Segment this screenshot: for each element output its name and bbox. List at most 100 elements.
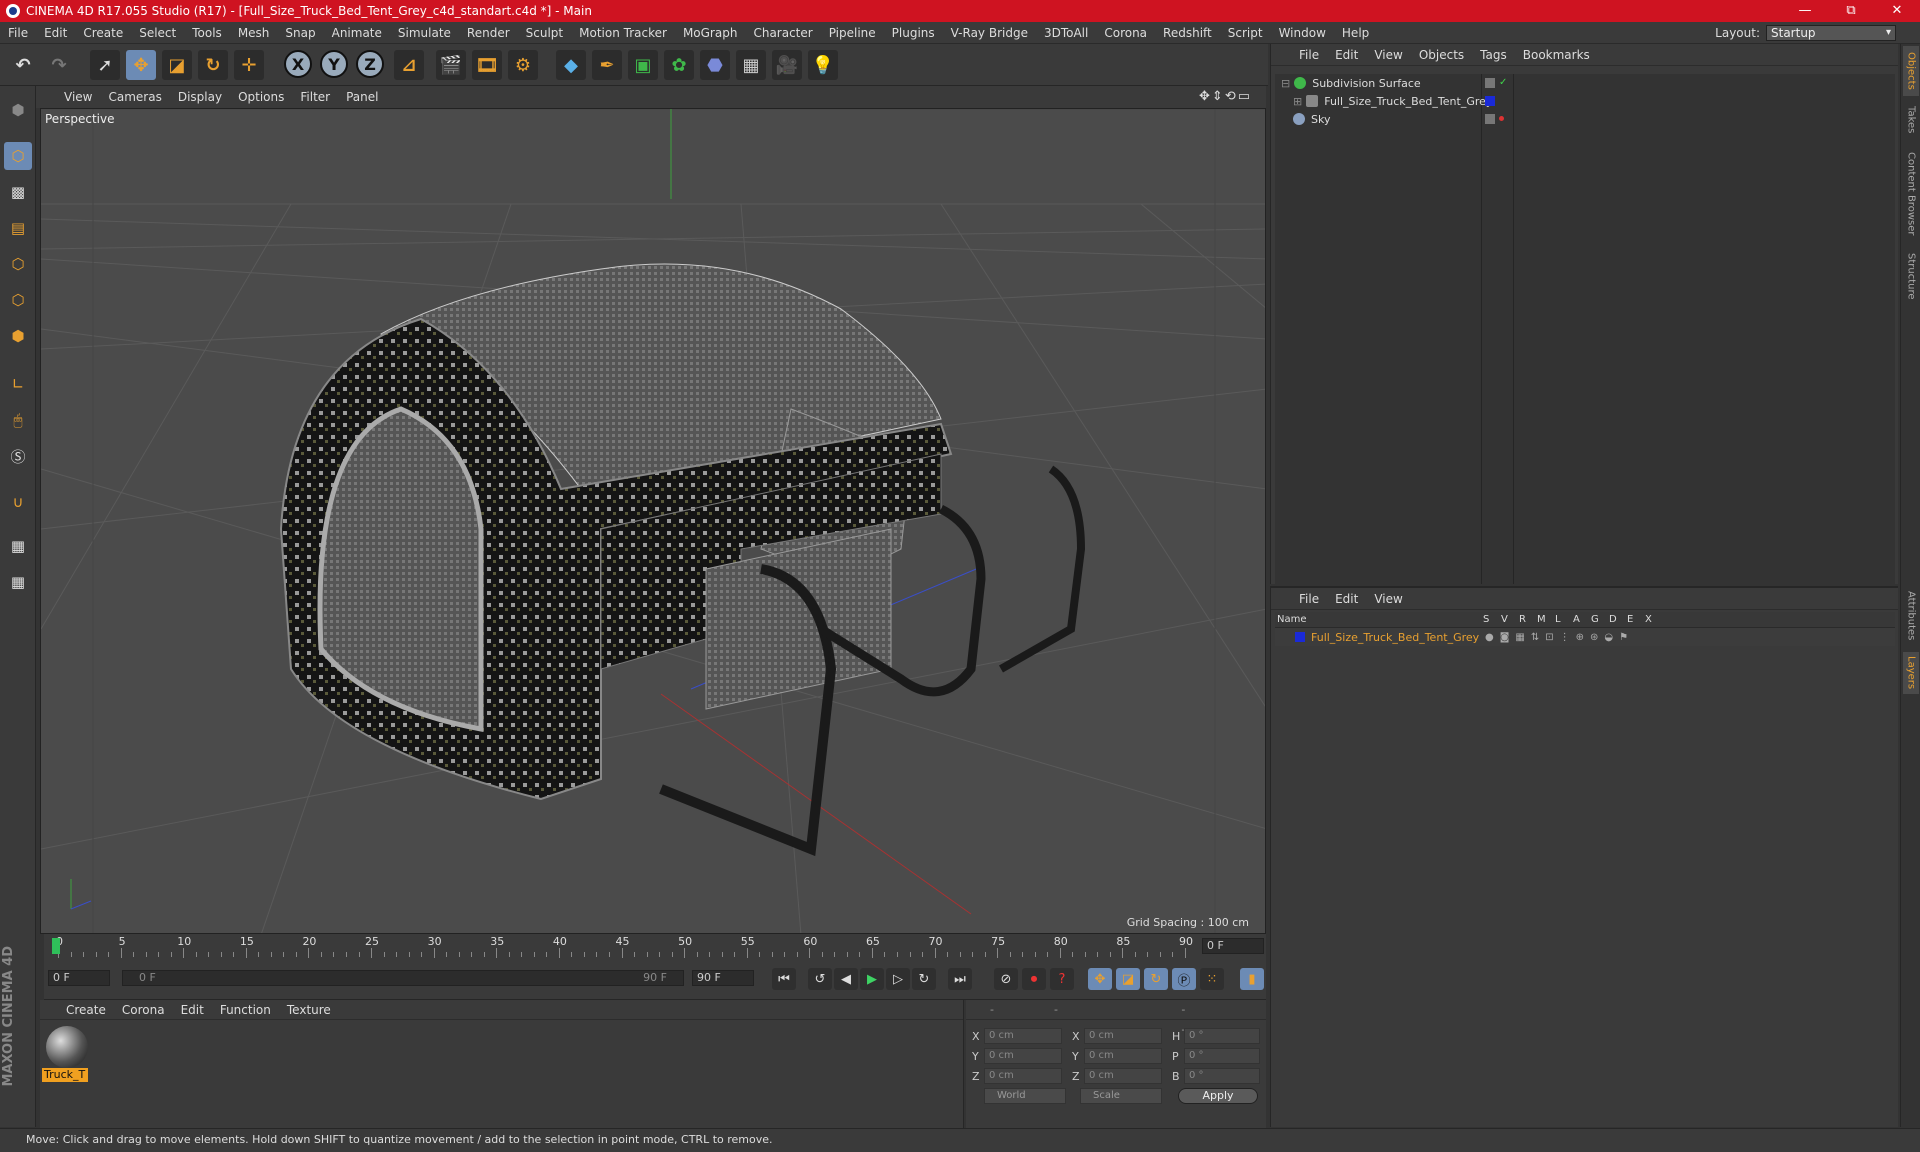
timeline-window-icon[interactable]: ▮ (1240, 968, 1264, 990)
object-menu-objects[interactable]: Objects (1411, 48, 1472, 62)
tab-structure[interactable]: Structure (1903, 248, 1919, 304)
previous-frame-icon[interactable]: ◀ (834, 968, 858, 990)
world-dropdown[interactable]: World (984, 1088, 1066, 1104)
menu-plugins[interactable]: Plugins (884, 26, 943, 40)
edges-mode-icon[interactable]: ⬡ (4, 286, 32, 314)
x-axis-lock-button[interactable]: X (284, 50, 312, 78)
menu-window[interactable]: Window (1271, 26, 1334, 40)
coordinate-system-icon[interactable]: ⊿ (394, 50, 424, 80)
object-menu-edit[interactable]: Edit (1327, 48, 1366, 62)
previous-key-icon[interactable]: ↺ (808, 968, 832, 990)
menu-character[interactable]: Character (745, 26, 820, 40)
size-y-field[interactable]: 0 cm (1084, 1048, 1162, 1064)
planar-workplane-icon[interactable]: ▦ (4, 568, 32, 596)
menu-3dtoall[interactable]: 3DToAll (1036, 26, 1096, 40)
close-button[interactable]: ✕ (1874, 0, 1920, 22)
menu-create[interactable]: Create (75, 26, 131, 40)
rotation-p-field[interactable]: 0 ° (1184, 1048, 1260, 1064)
autokey-icon[interactable]: ? (1050, 968, 1074, 990)
menu-select[interactable]: Select (131, 26, 184, 40)
layer-row[interactable]: Full_Size_Truck_Bed_Tent_Grey ●◙▦⇅⊡⋮⊕⊛◒⚑ (1275, 628, 1895, 646)
polygons-mode-icon[interactable]: ⬢ (4, 322, 32, 350)
viewport-menu-view[interactable]: View (56, 90, 100, 104)
scale-dropdown[interactable]: Scale (1080, 1088, 1162, 1104)
y-axis-lock-button[interactable]: Y (320, 50, 348, 78)
go-to-end-icon[interactable]: ⏭ (948, 968, 972, 990)
pen-spline-icon[interactable]: ✒ (592, 50, 622, 80)
material-menu-create[interactable]: Create (58, 1003, 114, 1017)
go-to-start-icon[interactable]: ⏮ (772, 968, 796, 990)
layout-dropdown[interactable]: Startup (1766, 25, 1896, 41)
maximize-button[interactable]: ⧉ (1828, 0, 1874, 22)
rotation-b-field[interactable]: 0 ° (1184, 1068, 1260, 1084)
transform-icon[interactable]: ✛ (234, 50, 264, 80)
camera-icon[interactable]: 🎥 (772, 50, 802, 80)
object-menu-tags[interactable]: Tags (1472, 48, 1515, 62)
apply-button[interactable]: Apply (1178, 1088, 1258, 1104)
points-mode-icon[interactable]: ⬡ (4, 250, 32, 278)
material-name[interactable]: Truck_T (42, 1068, 88, 1082)
menu-edit[interactable]: Edit (36, 26, 75, 40)
object-row-subdivision-surface[interactable]: ⊟ Subdivision Surface (1275, 74, 1895, 92)
key-rotation-icon[interactable]: ↻ (1144, 968, 1168, 990)
tab-attributes[interactable]: Attributes (1903, 584, 1919, 648)
make-editable-icon[interactable]: ⬢ (4, 96, 32, 124)
object-row-sky[interactable]: Sky (1275, 110, 1895, 128)
light-icon[interactable]: 💡 (808, 50, 838, 80)
viewport-nav-icons[interactable]: ✥⇕⟲▭ (1191, 89, 1260, 104)
object-menu-file[interactable]: File (1291, 48, 1327, 62)
layer-name[interactable]: Full_Size_Truck_Bed_Tent_Grey (1311, 631, 1485, 644)
menu-help[interactable]: Help (1334, 26, 1377, 40)
start-frame-field[interactable]: 0 F (48, 970, 110, 986)
lock-workplane-icon[interactable]: ▦ (4, 532, 32, 560)
undo-icon[interactable]: ↶ (8, 50, 38, 80)
menu-simulate[interactable]: Simulate (390, 26, 459, 40)
menu-mograph[interactable]: MoGraph (675, 26, 746, 40)
edit-visibility-icon[interactable] (1485, 78, 1495, 88)
menu-animate[interactable]: Animate (324, 26, 390, 40)
object-row-truck-bed-tent[interactable]: ⊞ Full_Size_Truck_Bed_Tent_Grey (1275, 92, 1895, 110)
select-arrow-icon[interactable]: ➚ (90, 50, 120, 80)
material-menu-corona[interactable]: Corona (114, 1003, 173, 1017)
minimize-button[interactable]: — (1782, 0, 1828, 22)
key-scale-icon[interactable]: ◪ (1116, 968, 1140, 990)
key-position-icon[interactable]: ✥ (1088, 968, 1112, 990)
magnet-icon[interactable]: ∪ (4, 488, 32, 516)
menu-pipeline[interactable]: Pipeline (821, 26, 884, 40)
render-view-icon[interactable]: 🎬 (436, 50, 466, 80)
menu-tools[interactable]: Tools (184, 26, 230, 40)
playhead-handle[interactable] (52, 938, 60, 954)
menu-corona[interactable]: Corona (1096, 26, 1155, 40)
key-parameter-icon[interactable]: Ⓟ (1172, 968, 1196, 990)
mograph-cloner-icon[interactable]: ✿ (664, 50, 694, 80)
material-menu-texture[interactable]: Texture (279, 1003, 339, 1017)
frame-ruler[interactable]: 051015202530354045505560657075808590 (52, 934, 1202, 960)
frame-range-slider[interactable]: 0 F 90 F (122, 970, 684, 986)
cube-icon[interactable]: ◆ (556, 50, 586, 80)
render-settings-icon[interactable]: ⚙ (508, 50, 538, 80)
layer-color-swatch[interactable] (1295, 632, 1305, 642)
axis-mode-icon[interactable]: ∟ (4, 370, 32, 398)
current-frame-field[interactable]: 0 F (1202, 938, 1264, 954)
rotate-icon[interactable]: ↻ (198, 50, 228, 80)
material-menu-edit[interactable]: Edit (173, 1003, 212, 1017)
tab-takes[interactable]: Takes (1903, 100, 1919, 140)
menu-mesh[interactable]: Mesh (230, 26, 278, 40)
object-menu-bookmarks[interactable]: Bookmarks (1515, 48, 1598, 62)
redo-icon[interactable]: ↷ (44, 50, 74, 80)
end-frame-field[interactable]: 90 F (692, 970, 754, 986)
position-y-field[interactable]: 0 cm (984, 1048, 1062, 1064)
record-active-icon[interactable]: ⏺ (1022, 968, 1046, 990)
next-frame-icon[interactable]: ▷ (886, 968, 910, 990)
viewport-menu-display[interactable]: Display (170, 90, 230, 104)
subdivision-icon[interactable]: ▣ (628, 50, 658, 80)
material-menu-function[interactable]: Function (212, 1003, 279, 1017)
floor-icon[interactable]: ▦ (736, 50, 766, 80)
size-z-field[interactable]: 0 cm (1084, 1068, 1162, 1084)
layer-toggle-icons[interactable]: ●◙▦⇅⊡⋮⊕⊛◒⚑ (1485, 632, 1634, 643)
menu-sculpt[interactable]: Sculpt (518, 26, 571, 40)
edit-visibility-icon[interactable] (1485, 114, 1495, 124)
z-axis-lock-button[interactable]: Z (356, 50, 384, 78)
key-pla-icon[interactable]: ⁙ (1200, 968, 1224, 990)
model-mode-icon[interactable]: ⬡ (4, 142, 32, 170)
